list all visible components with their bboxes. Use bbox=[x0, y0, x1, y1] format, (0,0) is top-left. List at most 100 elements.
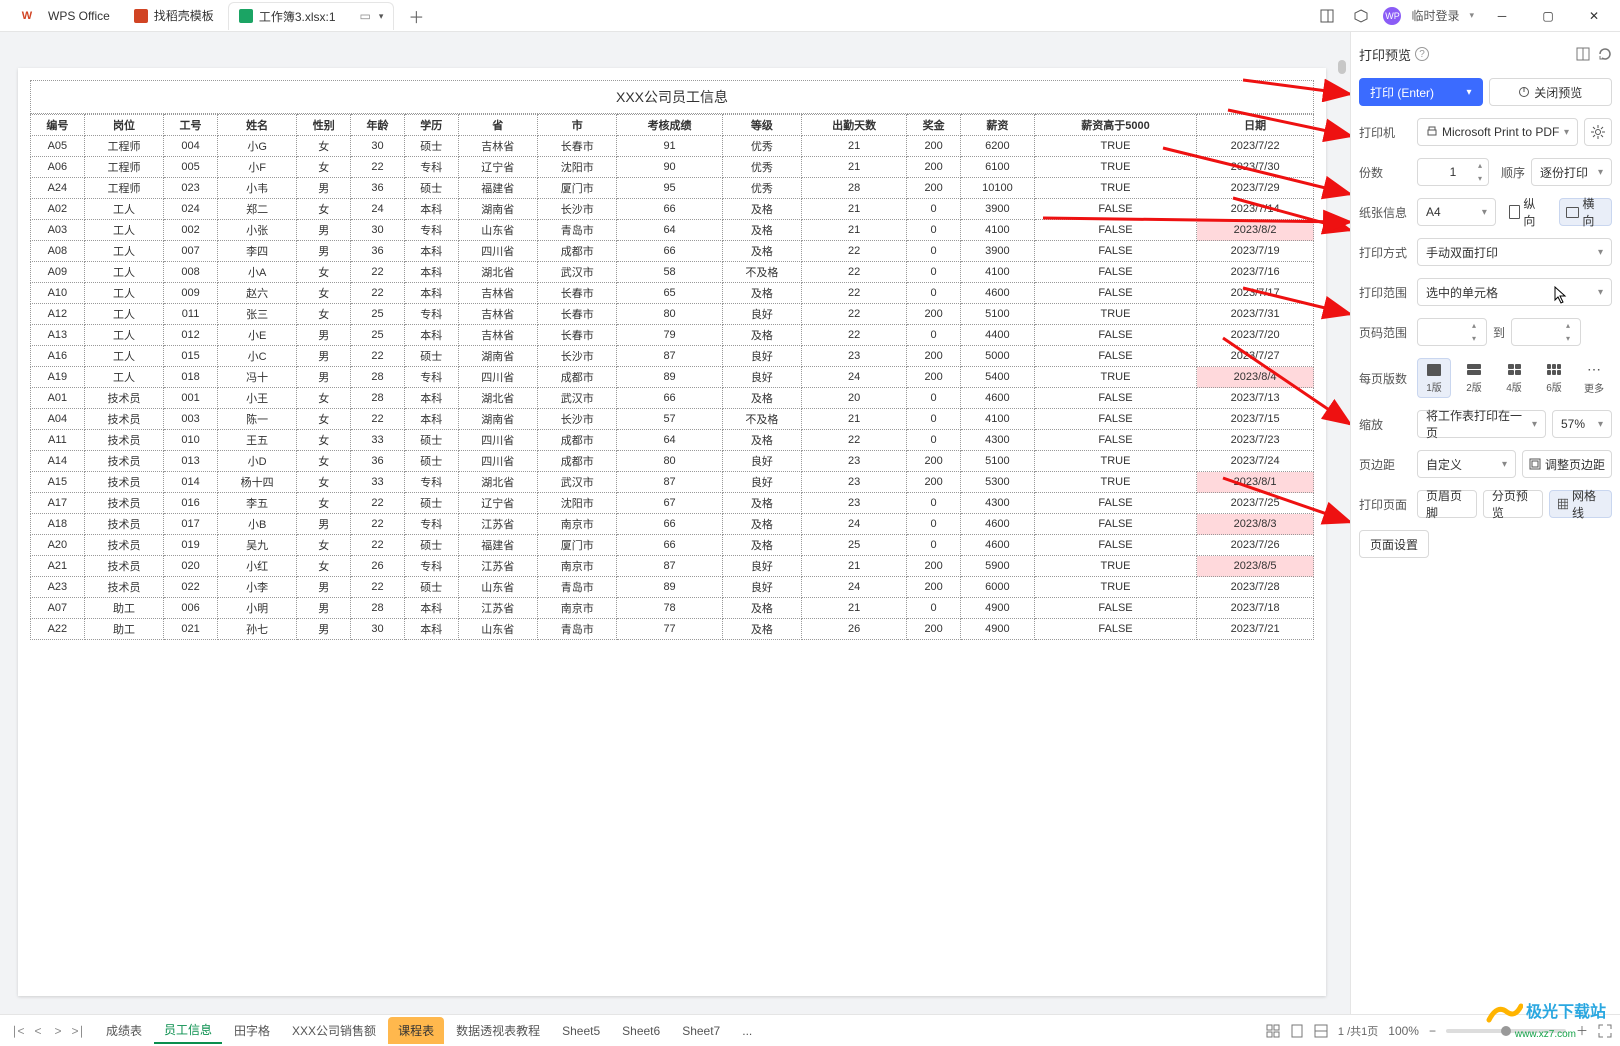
table-cell: 成都市 bbox=[538, 430, 617, 451]
zoom-value[interactable]: 100% bbox=[1388, 1024, 1419, 1038]
sheet-tab[interactable]: 课程表 bbox=[388, 1017, 444, 1044]
print-button[interactable]: 打印 (Enter) ▾ bbox=[1359, 78, 1483, 106]
landscape-button[interactable]: 横向 bbox=[1559, 198, 1612, 226]
table-cell: 女 bbox=[297, 262, 351, 283]
add-tab-button[interactable]: ＋ bbox=[404, 4, 428, 28]
login-caret-icon[interactable]: ▾ bbox=[1469, 10, 1474, 21]
panel-toggle-icon[interactable] bbox=[1315, 4, 1339, 28]
printer-settings-button[interactable] bbox=[1584, 118, 1612, 146]
table-cell: 95 bbox=[617, 178, 722, 199]
close-preview-button[interactable]: 关闭预览 bbox=[1489, 78, 1613, 106]
print-settings-panel: 打印预览 ? 打印 (Enter) ▾ 关闭预览 打印机 Microsoft P… bbox=[1350, 32, 1620, 1014]
sheet-tab[interactable]: Sheet6 bbox=[612, 1017, 670, 1044]
table-cell: 22 bbox=[351, 409, 405, 430]
table-cell: 女 bbox=[297, 493, 351, 514]
zoom-fit-select[interactable]: 将工作表打印在一页▾ bbox=[1417, 410, 1546, 438]
sheet-tab[interactable]: ... bbox=[732, 1017, 762, 1044]
sheet-tab[interactable]: Sheet5 bbox=[552, 1017, 610, 1044]
order-select[interactable]: 逐份打印▾ bbox=[1531, 158, 1612, 186]
table-row: A10工人009赵六女22本科吉林省长春市65及格2204600FALSE202… bbox=[31, 283, 1314, 304]
zoom-out-button[interactable]: − bbox=[1429, 1024, 1436, 1038]
table-cell: 87 bbox=[617, 346, 722, 367]
wps-logo-icon: W bbox=[18, 7, 36, 25]
print-mode-select[interactable]: 手动双面打印▾ bbox=[1417, 238, 1612, 266]
print-range-select[interactable]: 选中的单元格▾ bbox=[1417, 278, 1612, 306]
table-cell: 硕士 bbox=[404, 178, 458, 199]
sheet-tab[interactable]: Sheet7 bbox=[672, 1017, 730, 1044]
page-break-button[interactable]: 分页预览 bbox=[1483, 490, 1543, 518]
template-tab[interactable]: 找稻壳模板 bbox=[124, 2, 224, 30]
gridlines-button[interactable]: 网格线 bbox=[1549, 490, 1612, 518]
margin-icon bbox=[1529, 458, 1541, 470]
table-cell: A09 bbox=[31, 262, 85, 283]
view-page-icon[interactable] bbox=[1290, 1024, 1304, 1038]
spinner-icon[interactable]: ▴▾ bbox=[1474, 161, 1486, 183]
page-setup-button[interactable]: 页面设置 bbox=[1359, 530, 1429, 558]
layout-2-button[interactable]: 2版 bbox=[1457, 358, 1491, 398]
table-row: A15技术员014杨十四女33专科湖北省武汉市87良好232005300TRUE… bbox=[31, 472, 1314, 493]
table-cell: 不及格 bbox=[722, 262, 801, 283]
adjust-margin-button[interactable]: 调整页边距 bbox=[1522, 450, 1612, 478]
view-grid-icon[interactable] bbox=[1266, 1024, 1280, 1038]
range-value: 选中的单元格 bbox=[1426, 284, 1498, 301]
paper-size-select[interactable]: A4▾ bbox=[1417, 198, 1496, 226]
header-footer-button[interactable]: 页眉页脚 bbox=[1417, 490, 1477, 518]
sheet-tab[interactable]: XXX公司销售额 bbox=[282, 1017, 386, 1044]
layout-6-button[interactable]: 6版 bbox=[1537, 358, 1571, 398]
file-tab[interactable]: 工作簿3.xlsx:1 ▭ ▾ bbox=[228, 2, 395, 30]
tab-split-icon[interactable]: ▭ bbox=[360, 9, 371, 23]
help-icon[interactable]: ? bbox=[1415, 47, 1429, 61]
refresh-icon[interactable] bbox=[1598, 47, 1612, 61]
page-from-input[interactable]: ▴▾ bbox=[1417, 318, 1487, 346]
sheet-tab[interactable]: 成绩表 bbox=[96, 1017, 152, 1044]
table-cell: FALSE bbox=[1034, 220, 1196, 241]
table-cell: 男 bbox=[297, 241, 351, 262]
table-cell: 长沙市 bbox=[538, 346, 617, 367]
table-cell: 66 bbox=[617, 199, 722, 220]
page-to-input[interactable]: ▴▾ bbox=[1511, 318, 1581, 346]
table-cell: A03 bbox=[31, 220, 85, 241]
layout-1-button[interactable]: 1版 bbox=[1417, 358, 1451, 398]
table-cell: 长春市 bbox=[538, 283, 617, 304]
zoom-percent-select[interactable]: 57%▾ bbox=[1552, 410, 1612, 438]
avatar-icon[interactable]: WP bbox=[1383, 7, 1401, 25]
table-cell: 21 bbox=[802, 409, 907, 430]
table-cell: 4600 bbox=[960, 535, 1034, 556]
table-cell: 优秀 bbox=[722, 136, 801, 157]
table-cell: 本科 bbox=[404, 409, 458, 430]
layout-more-button[interactable]: ⋯ 更多 bbox=[1577, 358, 1611, 398]
close-button[interactable]: ✕ bbox=[1576, 2, 1612, 30]
sheet-nav-prev[interactable]: < bbox=[28, 1021, 48, 1041]
table-cell: 21 bbox=[802, 199, 907, 220]
table-cell: 22 bbox=[802, 241, 907, 262]
printer-select[interactable]: Microsoft Print to PDF ▾ bbox=[1417, 118, 1578, 146]
sheet-nav-first[interactable]: ∣< bbox=[8, 1021, 28, 1041]
table-cell: 64 bbox=[617, 220, 722, 241]
table-cell: 6200 bbox=[960, 136, 1034, 157]
scrollbar-thumb[interactable] bbox=[1338, 60, 1346, 74]
page-range-to: 到 bbox=[1493, 324, 1505, 341]
layout-icon[interactable] bbox=[1576, 47, 1590, 61]
margin-select[interactable]: 自定义▾ bbox=[1417, 450, 1516, 478]
sheet-tab[interactable]: 员工信息 bbox=[154, 1017, 222, 1044]
table-cell: 80 bbox=[617, 451, 722, 472]
tab-menu-icon[interactable]: ▾ bbox=[379, 11, 384, 22]
copies-input[interactable]: 1 ▴▾ bbox=[1417, 158, 1489, 186]
sheet-tab[interactable]: 田字格 bbox=[224, 1017, 280, 1044]
sheet-nav-last[interactable]: >∣ bbox=[68, 1021, 88, 1041]
app-home-tab[interactable]: W WPS Office bbox=[8, 2, 120, 30]
table-cell: 本科 bbox=[404, 598, 458, 619]
table-cell: 男 bbox=[297, 514, 351, 535]
table-cell: 硕士 bbox=[404, 451, 458, 472]
sheet-tab[interactable]: 数据透视表教程 bbox=[446, 1017, 550, 1044]
view-split-icon[interactable] bbox=[1314, 1024, 1328, 1038]
login-label[interactable]: 临时登录 bbox=[1411, 7, 1459, 24]
table-cell: 张三 bbox=[217, 304, 296, 325]
grid-icon bbox=[1558, 498, 1568, 510]
maximize-button[interactable]: ▢ bbox=[1530, 2, 1566, 30]
sheet-nav-next[interactable]: > bbox=[48, 1021, 68, 1041]
layout-4-button[interactable]: 4版 bbox=[1497, 358, 1531, 398]
cube-icon[interactable] bbox=[1349, 4, 1373, 28]
minimize-button[interactable]: ─ bbox=[1484, 2, 1520, 30]
portrait-button[interactable]: 纵向 bbox=[1502, 198, 1553, 226]
